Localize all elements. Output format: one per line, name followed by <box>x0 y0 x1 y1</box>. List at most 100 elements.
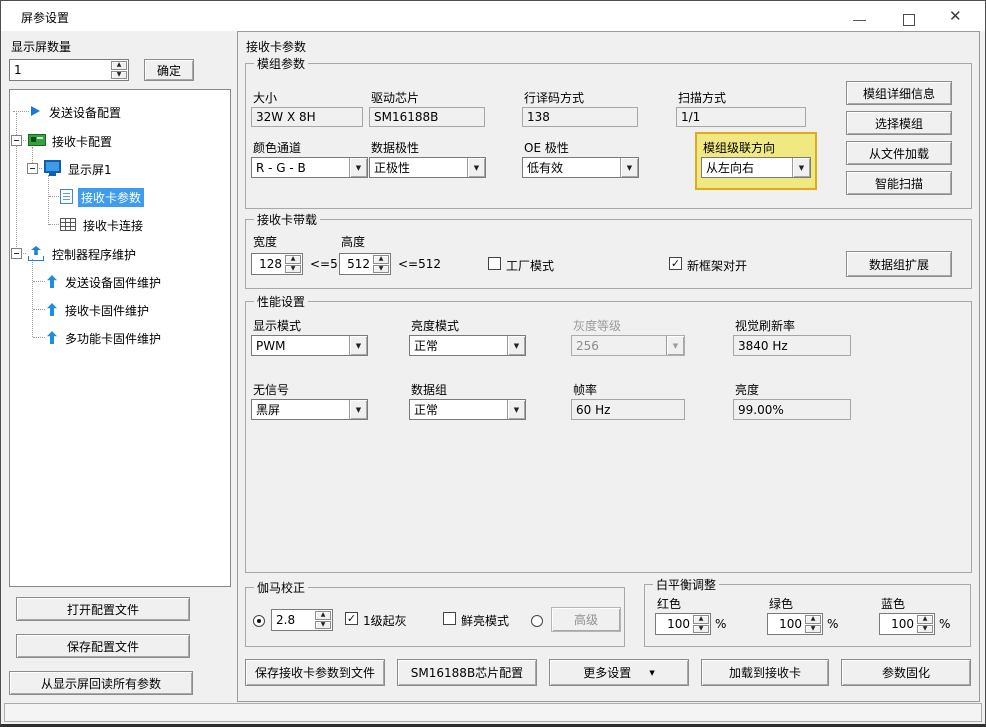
red-percent-label: % <box>715 617 726 631</box>
spin-up-icon[interactable]: ▲ <box>693 615 709 624</box>
tree-item-receiver-card-params[interactable]: 接收卡参数 <box>78 188 144 207</box>
brightness-mode-select[interactable]: 正常 ▼ <box>409 335 526 356</box>
spin-up-icon[interactable]: ▲ <box>315 611 331 620</box>
save-receiver-params-button[interactable]: 保存接收卡参数到文件 <box>245 659 385 686</box>
spin-up-icon[interactable]: ▲ <box>805 615 821 624</box>
factory-mode-label: 工厂模式 <box>506 257 554 274</box>
gray-start-checkbox[interactable]: ✓ <box>345 612 358 625</box>
refresh-rate-field: 3840 Hz <box>733 335 851 356</box>
new-frame-label: 新框架对开 <box>687 257 747 274</box>
tree-item-controller-program-maintenance[interactable]: 控制器程序维护 <box>49 245 139 264</box>
data-group-select[interactable]: 正常 ▼ <box>409 399 526 420</box>
module-detail-button[interactable]: 模组详细信息 <box>846 81 952 105</box>
more-settings-button[interactable]: 更多设置 ▼ <box>549 659 689 686</box>
load-to-receiver-button[interactable]: 加载到接收卡 <box>701 659 829 686</box>
tree-connector <box>32 259 33 337</box>
spin-down-icon[interactable]: ▼ <box>315 621 331 630</box>
spin-down-icon[interactable]: ▼ <box>917 625 933 634</box>
spin-up-icon[interactable]: ▲ <box>285 255 301 264</box>
tree-connector <box>13 111 29 112</box>
factory-mode-checkbox[interactable] <box>488 257 501 270</box>
blue-percent-label: % <box>939 617 950 631</box>
tree-item-send-device-firmware[interactable]: 发送设备固件维护 <box>62 273 164 292</box>
data-polarity-select[interactable]: 正极性 ▼ <box>369 157 486 178</box>
tree-item-send-device-config[interactable]: 发送设备配置 <box>46 103 124 122</box>
no-signal-select[interactable]: 黑屏 ▼ <box>251 399 368 420</box>
spin-down-icon[interactable]: ▼ <box>805 625 821 634</box>
driver-chip-field: SM16188B <box>369 107 485 127</box>
spin-down-icon[interactable]: ▼ <box>285 265 301 274</box>
chevron-down-icon: ▼ <box>349 400 367 419</box>
monitor-icon <box>44 160 61 173</box>
red-spinner[interactable]: 100 ▲ ▼ <box>655 613 711 635</box>
display-count-spinner[interactable]: 1 ▲ ▼ <box>9 59 129 81</box>
chevron-down-icon: ▼ <box>349 336 367 355</box>
spin-down-icon[interactable]: ▼ <box>693 625 709 634</box>
status-bar <box>4 703 982 722</box>
cascade-direction-select[interactable]: 从左向右 ▼ <box>701 157 811 178</box>
red-label: 红色 <box>657 595 681 612</box>
tree-item-multifunction-card-firmware[interactable]: 多功能卡固件维护 <box>62 329 164 348</box>
display-mode-select[interactable]: PWM ▼ <box>251 335 368 356</box>
spin-up-icon[interactable]: ▲ <box>373 255 389 264</box>
oe-polarity-select[interactable]: 低有效 ▼ <box>522 157 639 178</box>
chip-config-button[interactable]: SM16188B芯片配置 <box>397 659 537 686</box>
load-from-file-button[interactable]: 从文件加载 <box>846 141 952 165</box>
advanced-button: 高级 <box>551 607 621 632</box>
chevron-down-icon: ▼ <box>507 400 525 419</box>
gray-level-select: 256 ▼ <box>571 335 685 356</box>
display-count-label: 显示屏数量 <box>11 38 71 55</box>
up-arrow-icon <box>46 274 58 289</box>
width-spinner[interactable]: 128 ▲ ▼ <box>251 253 303 275</box>
close-icon[interactable]: ✕ <box>949 7 962 25</box>
collapse-icon[interactable] <box>11 135 22 146</box>
size-field: 32W X 8H <box>251 107 363 127</box>
tree-item-receiver-card-connection[interactable]: 接收卡连接 <box>80 216 146 235</box>
upload-box-icon <box>28 246 44 262</box>
readback-params-button[interactable]: 从显示屏回读所有参数 <box>9 671 193 695</box>
performance-group-title: 性能设置 <box>254 293 308 310</box>
blue-spinner[interactable]: 100 ▲ ▼ <box>879 613 935 635</box>
tree-item-display-screen-1[interactable]: 显示屏1 <box>65 160 115 179</box>
height-spinner[interactable]: 512 ▲ ▼ <box>339 253 391 275</box>
gamma-spinner[interactable]: 2.8 ▲ ▼ <box>271 609 333 631</box>
select-module-button[interactable]: 选择模组 <box>846 111 952 135</box>
params-clipboard-icon <box>60 189 73 204</box>
brightness-mode-label: 亮度模式 <box>411 317 459 334</box>
title-bar: 屏参设置 ✕ <box>1 1 985 31</box>
data-group-expand-button[interactable]: 数据组扩展 <box>846 251 952 277</box>
ok-button[interactable]: 确定 <box>144 59 194 81</box>
size-label: 大小 <box>253 89 277 106</box>
gray-level-label: 灰度等级 <box>573 317 621 334</box>
tree-connector <box>49 196 59 197</box>
display-mode-label: 显示模式 <box>253 317 301 334</box>
vivid-mode-label: 鲜亮模式 <box>461 612 509 629</box>
minimize-icon[interactable] <box>853 20 866 21</box>
open-config-file-button[interactable]: 打开配置文件 <box>16 597 190 621</box>
tree-connector <box>48 175 49 225</box>
spin-up-icon[interactable]: ▲ <box>111 61 127 70</box>
brightness-field: 99.00% <box>733 399 851 420</box>
params-solidify-button[interactable]: 参数固化 <box>841 659 971 686</box>
spin-up-icon[interactable]: ▲ <box>917 615 933 624</box>
gamma-value-radio[interactable] <box>253 615 265 627</box>
tree-item-receiver-card-firmware[interactable]: 接收卡固件维护 <box>62 301 152 320</box>
chevron-down-icon: ▼ <box>620 158 638 177</box>
screen-params-dialog: 屏参设置 ✕ 显示屏数量 1 ▲ ▼ 确定 发送设备配置 接收卡配置 显示屏1 … <box>0 0 986 727</box>
up-arrow-icon <box>46 330 58 345</box>
color-channel-select[interactable]: R - G - B ▼ <box>251 157 368 178</box>
collapse-icon[interactable] <box>27 163 38 174</box>
collapse-icon[interactable] <box>11 248 22 259</box>
tree-item-receiver-card-config[interactable]: 接收卡配置 <box>49 132 115 151</box>
new-frame-checkbox[interactable]: ✓ <box>669 257 682 270</box>
green-spinner[interactable]: 100 ▲ ▼ <box>767 613 823 635</box>
maximize-icon[interactable] <box>903 14 915 26</box>
spin-down-icon[interactable]: ▼ <box>373 265 389 274</box>
spin-down-icon[interactable]: ▼ <box>111 71 127 80</box>
gamma-advanced-radio[interactable] <box>531 615 543 627</box>
data-group-label: 数据组 <box>411 381 447 398</box>
smart-scan-button[interactable]: 智能扫描 <box>846 171 952 195</box>
vivid-mode-checkbox[interactable] <box>443 612 456 625</box>
save-config-file-button[interactable]: 保存配置文件 <box>16 634 190 658</box>
tree-connector <box>33 337 45 338</box>
